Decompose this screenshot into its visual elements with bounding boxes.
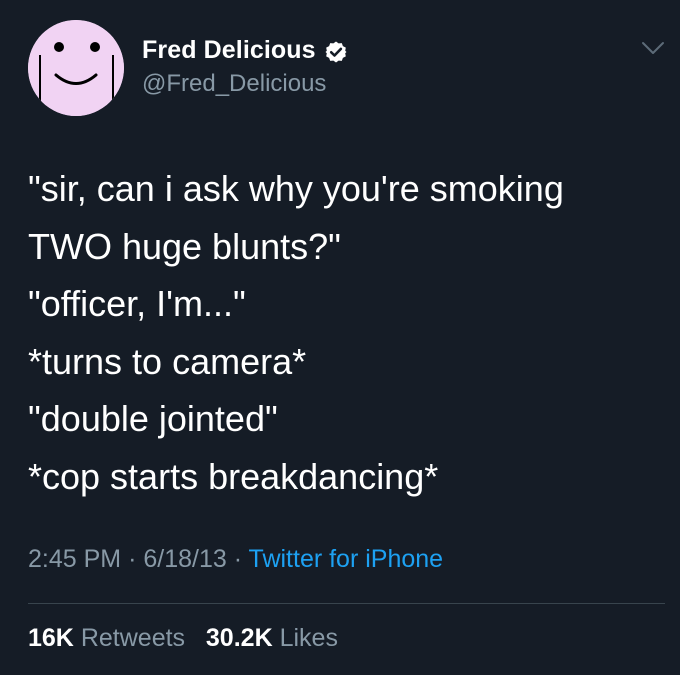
retweets-count: 16K: [28, 624, 74, 652]
cartoon-face-icon: [28, 20, 124, 116]
tweet-text-line: *turns to camera*: [28, 340, 307, 382]
tweet-text-line: *cop starts breakdancing*: [28, 455, 439, 497]
verified-badge-icon: [324, 40, 348, 64]
tweet-date[interactable]: 6/18/13: [143, 545, 226, 573]
tweet-text-line: "sir, can i ask why you're smoking: [28, 168, 564, 209]
tweet-timestamp-row: 2:45 PM · 6/18/13 · Twitter for iPhone: [28, 545, 443, 574]
tweet-source-link[interactable]: Twitter for iPhone: [249, 545, 444, 573]
author-name-row: Fred Delicious: [142, 36, 348, 65]
tweet-text-line: "double jointed": [28, 398, 278, 439]
likes-count: 30.2K: [205, 624, 273, 652]
separator-dot: ·: [128, 545, 137, 573]
likes-label: Likes: [279, 624, 338, 652]
tweet-time[interactable]: 2:45 PM: [28, 545, 121, 573]
tweet-card: Fred Delicious @Fred_Delicious "sir, can…: [0, 0, 680, 675]
avatar[interactable]: [28, 20, 124, 116]
separator-dot: ·: [233, 545, 243, 573]
tweet-text: "sir, can i ask why you're smoking TWO h…: [28, 160, 658, 505]
tweet-text-line: "officer, I'm...": [28, 283, 246, 324]
retweets-stat[interactable]: 16K Retweets: [28, 624, 192, 652]
tweet-text-line: TWO huge blunts?": [28, 225, 341, 267]
divider: [28, 603, 665, 604]
chevron-down-icon[interactable]: [640, 38, 666, 58]
likes-stat[interactable]: 30.2K Likes: [206, 624, 338, 652]
tweet-stats-row: 16K Retweets 30.2K Likes: [28, 624, 338, 653]
user-handle[interactable]: @Fred_Delicious: [142, 70, 326, 98]
display-name[interactable]: Fred Delicious: [142, 36, 316, 65]
retweets-label: Retweets: [80, 624, 186, 652]
